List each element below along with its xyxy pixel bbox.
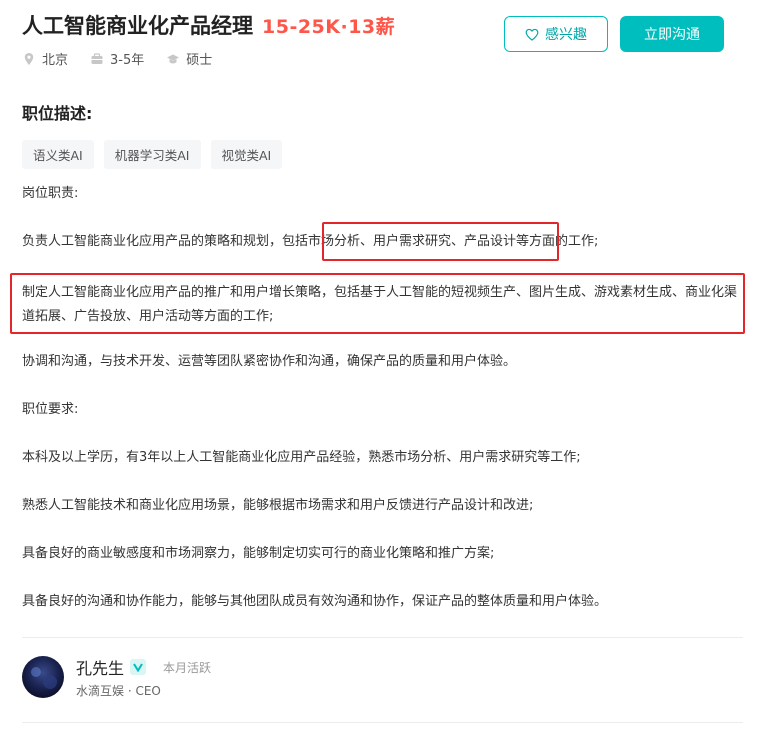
recruiter-company: 水滴互娱 · CEO (76, 684, 161, 698)
duty-heading: 岗位职责: (22, 186, 79, 201)
skill-tags: 语义类AI 机器学习类AI 视觉类AI (22, 140, 283, 169)
avatar[interactable] (22, 656, 64, 698)
skill-tag: 视觉类AI (210, 140, 283, 169)
activity-status: 本月活跃 (163, 661, 212, 675)
verified-icon (130, 659, 147, 675)
location-info: 北京 (22, 49, 68, 68)
requirement-item: 具备良好的沟通和协作能力，能够与其他团队成员有效沟通和协作，保证产品的整体质量和… (22, 594, 608, 609)
heart-icon (525, 28, 539, 41)
interest-button[interactable]: 感兴趣 (504, 16, 608, 52)
degree-text: 硕士 (186, 53, 213, 68)
requirement-item: 具备良好的商业敏感度和市场洞察力，能够制定切实可行的商业化策略和推广方案; (22, 546, 495, 561)
requirement-item: 本科及以上学历，有3年以上人工智能商业化应用产品经验，熟悉市场分析、用户需求研究… (22, 450, 581, 465)
chat-now-button[interactable]: 立即沟通 (620, 16, 724, 52)
experience-text: 3-5年 (110, 53, 145, 68)
recruiter-name: 孔先生 (76, 659, 125, 678)
job-salary: 15-25K·13薪 (262, 16, 396, 38)
requirement-item: 熟悉人工智能技术和商业化应用场景，能够根据市场需求和用户反馈进行产品设计和改进; (22, 498, 534, 513)
job-title: 人工智能商业化产品经理 (22, 14, 253, 38)
duty-item: 制定人工智能商业化应用产品的推广和用户增长策略，包括基于人工智能的短视频生产、图… (22, 285, 738, 324)
job-meta: 北京 3-5年 硕士 (22, 49, 212, 68)
skill-tag: 语义类AI (22, 140, 94, 169)
graduation-cap-icon (167, 54, 180, 63)
avatar-image (22, 656, 64, 698)
skill-tag: 机器学习类AI (103, 140, 201, 169)
divider (22, 722, 743, 723)
interest-label: 感兴趣 (545, 27, 587, 43)
chat-label: 立即沟通 (644, 27, 700, 43)
location-pin-icon (24, 52, 34, 65)
duty-item: 协调和沟通，与技术开发、运营等团队紧密协作和沟通，确保产品的质量和用户体验。 (22, 354, 517, 369)
divider (22, 637, 743, 638)
degree-info: 硕士 (166, 49, 212, 68)
location-text: 北京 (42, 53, 69, 68)
experience-info: 3-5年 (90, 49, 144, 68)
duty-item: 负责人工智能商业化应用产品的策略和规划，包括市场分析、用户需求研究、产品设计等方… (22, 234, 599, 249)
requirement-heading: 职位要求: (22, 402, 79, 417)
recruiter-name-row: 孔先生 (76, 655, 147, 679)
briefcase-icon (91, 52, 103, 64)
section-title-description: 职位描述: (22, 104, 93, 123)
